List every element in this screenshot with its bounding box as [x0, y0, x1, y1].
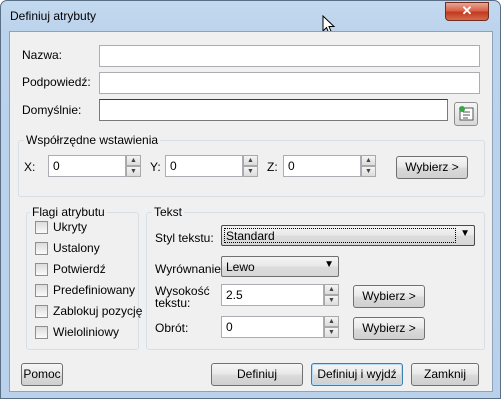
text-height-pick-button[interactable]: Wybierz >: [353, 285, 425, 308]
nazwa-label: Nazwa:: [22, 48, 63, 62]
x-label: X:: [24, 160, 36, 174]
text-style-select[interactable]: Standard ▼: [221, 225, 475, 246]
dialog-client-area: Nazwa: Podpowiedź: Domyślnie: Współrzędn…: [9, 31, 493, 392]
alignment-label: Wyrównanie:: [155, 262, 225, 276]
text-style-label: Styl tekstu:: [155, 231, 214, 245]
rotation-up-arrow-icon[interactable]: ▲: [324, 316, 339, 327]
text-group-title: Tekst: [152, 205, 185, 219]
alignment-select[interactable]: Lewo ▼: [221, 256, 339, 277]
flag-checkbox-label: Potwierdź: [53, 262, 106, 276]
height-down-arrow-icon[interactable]: ▼: [324, 295, 339, 306]
close-window-button[interactable]: ✕: [445, 2, 489, 21]
attribute-flags-group-title: Flagi atrybutu: [30, 205, 107, 219]
text-style-value: Standard: [226, 229, 275, 243]
rotation-spinner[interactable]: 0 ▲ ▼: [221, 316, 339, 338]
x-up-arrow-icon[interactable]: ▲: [126, 155, 141, 166]
flag-checkbox-label: Wieloliniowy: [53, 325, 120, 339]
flag-checkbox[interactable]: [35, 284, 48, 297]
alignment-value: Lewo: [226, 260, 255, 274]
y-up-arrow-icon[interactable]: ▲: [243, 155, 258, 166]
text-height-value: 2.5: [226, 288, 243, 302]
help-button[interactable]: Pomoc: [21, 363, 63, 386]
y-value: 0: [170, 159, 177, 173]
z-spinner[interactable]: 0 ▲ ▼: [283, 155, 376, 177]
flag-checkbox-label: Predefiniowany: [53, 283, 136, 297]
x-spinner[interactable]: 0 ▲ ▼: [48, 155, 141, 177]
x-down-arrow-icon[interactable]: ▼: [126, 166, 141, 177]
flag-checkbox-label: Ustalony: [53, 241, 100, 255]
title-bar[interactable]: Definiuj atrybuty ✕: [1, 1, 500, 35]
podpowiedz-input[interactable]: [99, 72, 480, 94]
insert-field-button[interactable]: [454, 102, 478, 126]
flag-checkbox[interactable]: [35, 221, 48, 234]
flag-checkbox[interactable]: [35, 326, 48, 339]
flag-checkbox-label: Ukryty: [53, 220, 87, 234]
height-up-arrow-icon[interactable]: ▲: [324, 284, 339, 295]
flag-checkbox[interactable]: [35, 305, 48, 318]
insertion-pick-button[interactable]: Wybierz >: [396, 156, 468, 179]
window-title: Definiuj atrybuty: [10, 9, 97, 23]
chevron-down-icon: ▼: [324, 259, 334, 270]
flag-checkbox-label: Zablokuj pozycję: [53, 304, 143, 318]
z-down-arrow-icon[interactable]: ▼: [361, 166, 376, 177]
define-and-exit-button[interactable]: Definiuj i wyjdź: [311, 363, 403, 386]
rotation-label: Obrót:: [155, 321, 189, 335]
nazwa-input[interactable]: [99, 45, 480, 67]
y-label: Y:: [150, 160, 161, 174]
define-button[interactable]: Definiuj: [211, 363, 303, 386]
insert-field-icon: [459, 106, 474, 121]
close-button[interactable]: Zamknij: [411, 363, 479, 386]
z-value: 0: [288, 159, 295, 173]
rotation-pick-button[interactable]: Wybierz >: [353, 317, 425, 340]
rotation-value: 0: [226, 320, 233, 334]
domyslnie-label: Domyślnie:: [22, 103, 82, 117]
y-down-arrow-icon[interactable]: ▼: [243, 166, 258, 177]
text-height-label-line2: tekstu:: [155, 296, 191, 310]
text-height-spinner[interactable]: 2.5 ▲ ▼: [221, 284, 339, 306]
chevron-down-icon: ▼: [460, 228, 470, 239]
rotation-down-arrow-icon[interactable]: ▼: [324, 327, 339, 338]
x-value: 0: [53, 159, 60, 173]
z-label: Z:: [267, 160, 278, 174]
podpowiedz-label: Podpowiedź:: [22, 75, 91, 89]
insertion-point-group-title: Współrzędne wstawienia: [24, 133, 161, 147]
dialog-window: Definiuj atrybuty ✕ Nazwa: Podpowiedź: D…: [0, 0, 501, 399]
flag-checkbox[interactable]: [35, 263, 48, 276]
domyslnie-input[interactable]: [99, 99, 448, 121]
flag-checkbox[interactable]: [35, 242, 48, 255]
z-up-arrow-icon[interactable]: ▲: [361, 155, 376, 166]
y-spinner[interactable]: 0 ▲ ▼: [165, 155, 258, 177]
